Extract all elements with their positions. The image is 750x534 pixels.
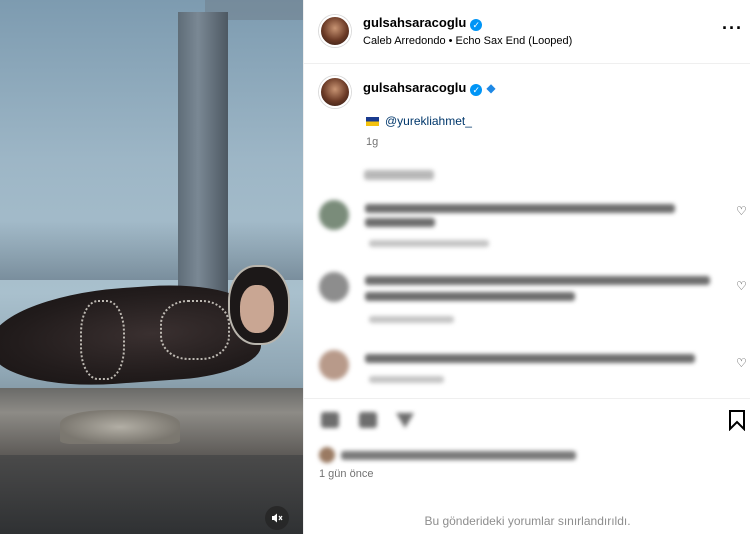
comment-icon[interactable] [357, 409, 379, 431]
likes-text [341, 451, 576, 460]
comment-text-line [365, 276, 710, 285]
bookmark-icon[interactable] [726, 409, 748, 431]
caption-text: @yurekliahmet_ [366, 114, 472, 128]
caption-avatar[interactable] [319, 76, 351, 108]
blurred-text [364, 170, 434, 180]
heart-icon[interactable] [319, 409, 341, 431]
author-username[interactable]: gulsahsaracoglu ✓ [363, 15, 483, 31]
liker-avatar [319, 447, 335, 463]
rhinestone-top [80, 300, 125, 380]
comment-avatar [319, 200, 349, 230]
comment-meta [369, 316, 454, 323]
share-icon[interactable] [394, 409, 416, 431]
comment-avatar [319, 272, 349, 302]
verified-badge-icon: ✓ [470, 19, 483, 31]
comment-like-icon[interactable]: ♡ [736, 280, 747, 292]
diamond-icon: ◆ [486, 81, 496, 95]
verified-badge-icon: ✓ [470, 84, 483, 96]
caption-username-text[interactable]: gulsahsaracoglu [363, 80, 466, 95]
comment-meta [369, 240, 489, 247]
rhinestone-belt [160, 300, 230, 360]
mention-link[interactable]: @yurekliahmet_ [385, 114, 472, 128]
post-media[interactable] [0, 0, 303, 534]
window-pillar [178, 12, 228, 312]
mute-button[interactable] [265, 506, 289, 530]
comment-text-line [365, 292, 575, 301]
speaker-muted-icon [272, 513, 283, 523]
likes-summary[interactable] [319, 445, 599, 465]
bench-ornament [60, 410, 180, 444]
comment-like-icon[interactable]: ♡ [736, 205, 747, 217]
author-username-text[interactable]: gulsahsaracoglu [363, 15, 466, 30]
post-details-panel: gulsahsaracoglu ✓ Caleb Arredondo • Echo … [303, 0, 750, 534]
caption-username[interactable]: gulsahsaracoglu ✓ ◆ [363, 80, 496, 96]
comment-item [319, 200, 739, 260]
comment-text-line [365, 218, 435, 227]
comment-text-line [365, 204, 675, 213]
comments-limited-notice: Bu gönderideki yorumlar sınırlandırıldı. [424, 514, 631, 528]
comment-meta [369, 376, 444, 383]
comment-like-icon[interactable]: ♡ [736, 357, 747, 369]
comment-text-line [365, 354, 695, 363]
more-options-icon[interactable]: ··· [722, 18, 743, 39]
post-timestamp: 1 gün önce [319, 468, 374, 480]
caption-timestamp: 1g [366, 136, 379, 148]
figure-face [240, 285, 274, 333]
audio-attribution[interactable]: Caleb Arredondo • Echo Sax End (Looped) [363, 35, 572, 47]
post-header: gulsahsaracoglu ✓ Caleb Arredondo • Echo … [304, 0, 750, 64]
flag-icon [366, 117, 379, 126]
comment-item [319, 272, 739, 332]
floor [0, 455, 303, 534]
author-avatar[interactable] [319, 15, 351, 47]
comment-avatar [319, 350, 349, 380]
post-actions [304, 398, 750, 442]
